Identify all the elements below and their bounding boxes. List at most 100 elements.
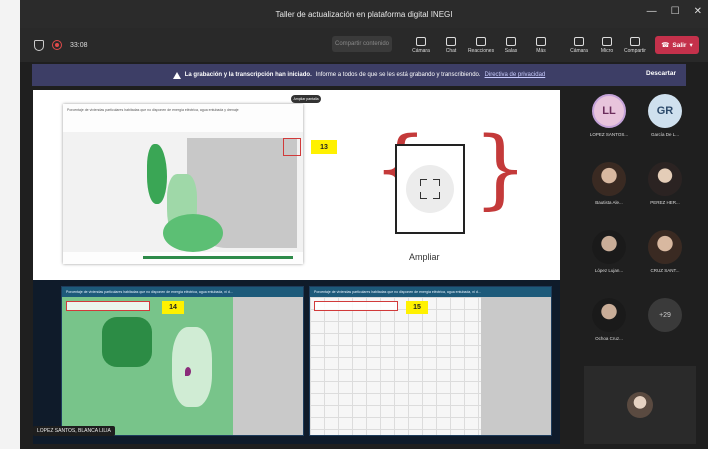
toolbar-label: Cámara xyxy=(412,47,430,54)
self-video[interactable] xyxy=(584,366,696,444)
reactions-icon xyxy=(476,36,486,46)
shield-icon[interactable] xyxy=(34,39,44,51)
map-panel-15: Porcentaje de viviendas particulares hab… xyxy=(309,286,552,436)
participant-tile[interactable]: Ochoa Cruz... xyxy=(584,294,634,356)
map-region-light xyxy=(172,327,212,407)
leave-label: Salir xyxy=(672,41,687,49)
map-legend-bar xyxy=(143,256,293,259)
participant-tile[interactable]: +29 xyxy=(640,294,690,356)
dismiss-button[interactable]: Descartar xyxy=(646,70,676,77)
avatar: LL xyxy=(592,94,626,128)
share-button[interactable]: Compartir xyxy=(622,32,648,58)
warning-icon xyxy=(172,71,181,79)
participant-name: LOPEZ SANTOS... xyxy=(589,132,629,137)
participant-name: Bautista Ale... xyxy=(595,200,623,205)
participant-name: López Lujan... xyxy=(594,268,624,273)
banner-bold-text: La grabación y la transcripción han inic… xyxy=(184,72,312,78)
panel-title: Porcentaje de viviendas particulares hab… xyxy=(310,287,551,297)
mic-icon xyxy=(602,36,612,46)
more-icon xyxy=(536,36,546,46)
avatar xyxy=(648,230,682,264)
avatar xyxy=(592,162,626,196)
ampliar-caption: Ampliar xyxy=(409,252,440,262)
banner-text: Informe a todos de que se les está graba… xyxy=(315,72,481,78)
share-content-button[interactable]: Compartir contenido xyxy=(332,36,392,52)
toolbar-label: Micro xyxy=(600,47,614,54)
avatar xyxy=(648,162,682,196)
leave-button[interactable]: ☎ Salir ▾ xyxy=(655,36,699,54)
more-participants-badge: +29 xyxy=(648,298,682,332)
phone-icon: ☎ xyxy=(661,42,670,49)
meeting-timer: 33:08 xyxy=(70,41,88,49)
map-panel-14: Porcentaje de viviendas particulares hab… xyxy=(61,286,304,436)
camera-button[interactable]: Cámara xyxy=(408,32,434,58)
maximize-button[interactable]: ☐ xyxy=(671,6,680,17)
step-label-15: 15 xyxy=(406,301,428,314)
meeting-status: 33:08 xyxy=(20,39,88,51)
recording-banner: La grabación y la transcripción han inic… xyxy=(32,64,686,86)
participant-tile[interactable]: Bautista Ale... xyxy=(584,158,634,220)
map-screenshot: Porcentaje de viviendas particulares hab… xyxy=(63,104,303,264)
toolbar-label: Compartir xyxy=(624,47,646,54)
toolbar-label: Reacciones xyxy=(467,47,495,54)
rooms-button[interactable]: Salas xyxy=(498,32,524,58)
camera-icon xyxy=(416,36,426,46)
location-pin-icon xyxy=(185,367,191,376)
participant-tile[interactable]: CRUZ SANT... xyxy=(640,226,690,288)
dropdown-highlight xyxy=(314,301,398,311)
chevron-down-icon[interactable]: ▾ xyxy=(689,41,692,49)
participant-name: García De L... xyxy=(650,132,679,137)
map-sea xyxy=(481,297,551,435)
meeting-toolbar: 33:08 Compartir contenido Cámara Chat Reac… xyxy=(20,28,708,62)
toolbar-icons: Cámara Chat Reacciones Salas Más xyxy=(408,32,554,58)
expand-tooltip: Ampliar pantalla xyxy=(291,95,321,103)
map-region-mid xyxy=(163,214,223,252)
map-title: Porcentaje de viviendas particulares hab… xyxy=(67,108,239,112)
participant-tile[interactable]: López Lujan... xyxy=(584,226,634,288)
share-icon xyxy=(630,36,640,46)
privacy-link[interactable]: Directiva de privacidad xyxy=(485,72,546,78)
step-label-13: 13 xyxy=(311,140,337,154)
expand-icon xyxy=(406,165,454,213)
presenter-name: LOPEZ SANTOS, BLANCA LILIA xyxy=(33,426,115,436)
mic-button[interactable]: Micro xyxy=(594,32,620,58)
dropdown-highlight xyxy=(66,301,150,311)
more-button[interactable]: Más xyxy=(528,32,554,58)
participant-tile[interactable]: GR García De L... xyxy=(640,90,690,152)
self-avatar xyxy=(627,392,653,418)
toolbar-label: Chat xyxy=(445,47,457,54)
video-button[interactable]: Cámara xyxy=(566,32,592,58)
step-label-14: 14 xyxy=(162,301,184,314)
toolbar-label: Más xyxy=(536,47,546,54)
brace-right: } xyxy=(473,119,528,219)
participant-name: CRUZ SANT... xyxy=(650,268,680,273)
shared-screen: Porcentaje de viviendas particulares hab… xyxy=(33,90,560,444)
video-icon xyxy=(574,36,584,46)
rooms-icon xyxy=(506,36,516,46)
toolbar-label: Cámara xyxy=(570,47,588,54)
recording-icon xyxy=(52,40,62,50)
panel-title: Porcentaje de viviendas particulares hab… xyxy=(62,287,303,297)
chat-icon xyxy=(446,36,456,46)
participant-name: Ochoa Cruz... xyxy=(595,336,623,341)
avatar xyxy=(592,230,626,264)
reactions-button[interactable]: Reacciones xyxy=(468,32,494,58)
participant-tile[interactable]: PEREZ HER... xyxy=(640,158,690,220)
minimize-button[interactable]: — xyxy=(647,6,657,17)
expand-highlight xyxy=(283,138,301,156)
participant-name: PEREZ HER... xyxy=(650,200,680,205)
expand-illustration xyxy=(395,144,465,234)
map-region-dark xyxy=(102,317,152,367)
toolbar-label: Salas xyxy=(504,47,518,54)
title-bar: Taller de actualización en plataforma di… xyxy=(20,0,708,28)
avatar: GR xyxy=(648,94,682,128)
close-button[interactable]: ✕ xyxy=(694,6,702,17)
participant-tile[interactable]: LL LOPEZ SANTOS... xyxy=(584,90,634,152)
window-controls: — ☐ ✕ xyxy=(647,6,702,17)
teams-window: Taller de actualización en plataforma di… xyxy=(20,0,708,449)
window-title: Taller de actualización en plataforma di… xyxy=(275,9,453,19)
avatar xyxy=(592,298,626,332)
chat-button[interactable]: Chat xyxy=(438,32,464,58)
toolbar-media-icons: Cámara Micro Compartir xyxy=(566,32,648,58)
slide-top-section: Porcentaje de viviendas particulares hab… xyxy=(33,90,560,280)
